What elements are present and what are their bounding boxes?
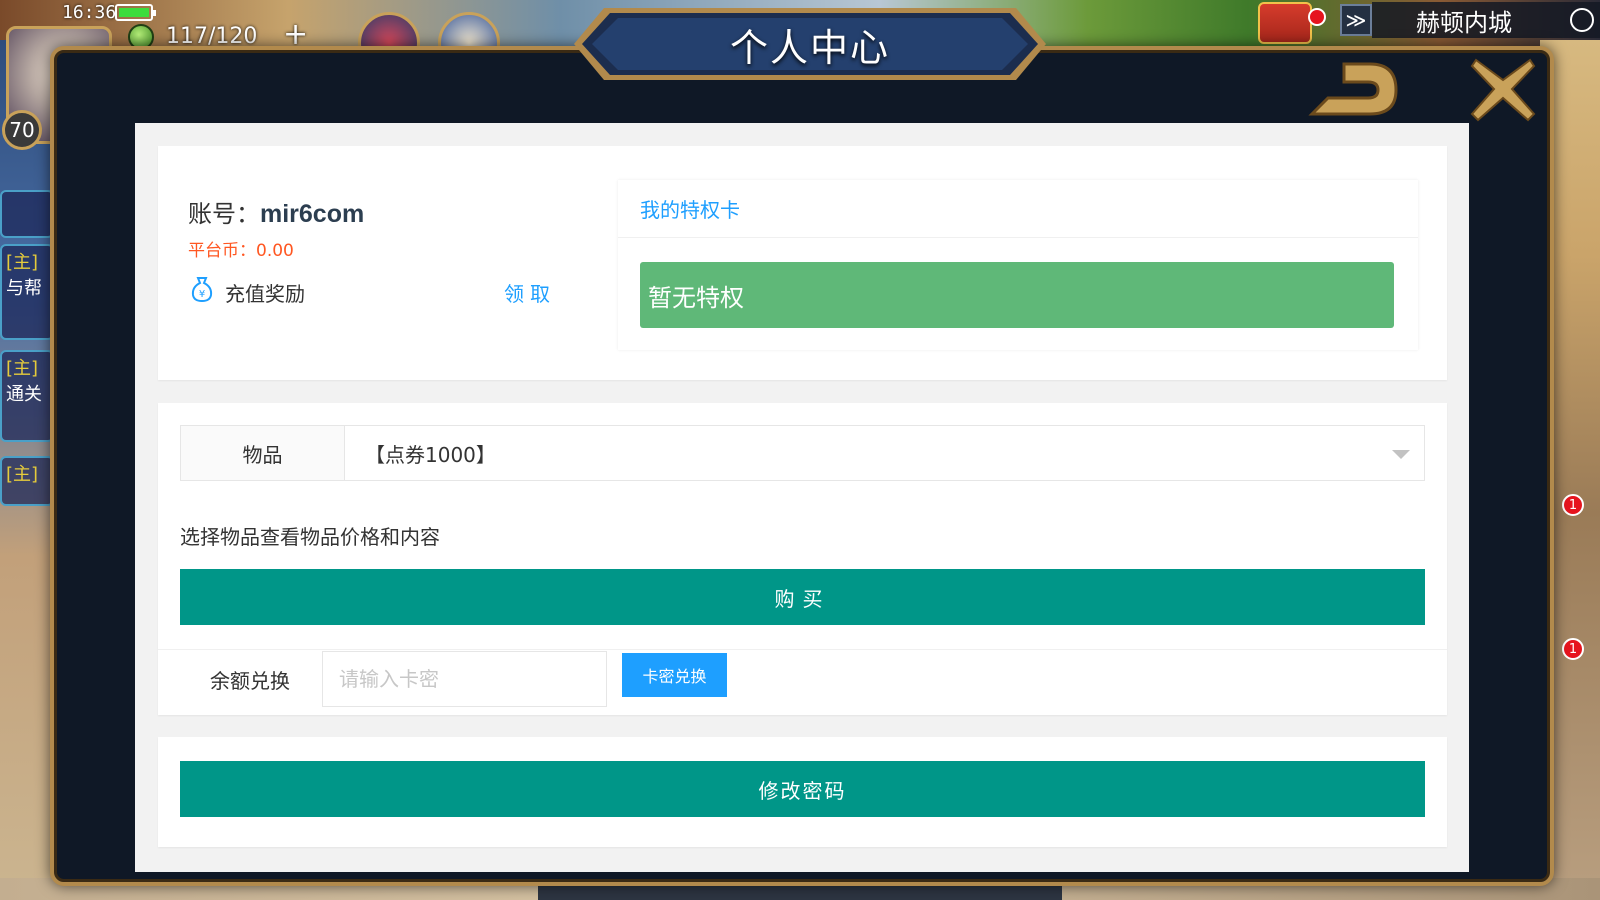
close-icon bbox=[1470, 58, 1536, 122]
privilege-card-tab[interactable]: 我的特权卡 bbox=[618, 180, 1418, 238]
money-bag-icon: ¥ bbox=[191, 277, 213, 302]
platform-coin-balance: 平台币：0.00 bbox=[188, 241, 294, 261]
buy-button[interactable]: 购买 bbox=[180, 569, 1425, 625]
quest-tag: [主] bbox=[6, 252, 39, 273]
back-button[interactable] bbox=[1304, 58, 1400, 124]
privilege-card-panel: 我的特权卡 暂无特权 bbox=[618, 180, 1418, 350]
notification-dot bbox=[1308, 8, 1326, 26]
close-button[interactable] bbox=[1468, 54, 1538, 124]
item-label: 物品 bbox=[181, 426, 345, 480]
quest-tag: [主] bbox=[6, 464, 39, 485]
change-password-button[interactable]: 修改密码 bbox=[180, 761, 1425, 817]
item-select[interactable]: 【点券1000】 bbox=[345, 426, 1424, 480]
quest-text: 通关 bbox=[6, 384, 42, 405]
selected-item: 【点券1000】 bbox=[365, 442, 496, 467]
location-name: 赫顿内城 bbox=[1416, 8, 1512, 37]
level-badge: 70 bbox=[2, 110, 42, 150]
claim-reward-link[interactable]: 领取 bbox=[504, 278, 556, 307]
notification-badge: 1 bbox=[1562, 638, 1584, 660]
balance-redeem-label: 余额兑换 bbox=[210, 668, 290, 693]
back-arrow-icon bbox=[1308, 62, 1398, 116]
card-code-input[interactable] bbox=[322, 651, 607, 707]
account-name: mir6com bbox=[260, 200, 365, 228]
item-select-row: 物品 【点券1000】 bbox=[180, 425, 1425, 481]
quest-tag: [主] bbox=[6, 358, 39, 379]
device-clock: 16:36 bbox=[62, 2, 117, 23]
battery-icon bbox=[115, 4, 156, 21]
account-card: 账号：mir6com 平台币：0.00 ¥ 充值奖励 领取 我的特权卡 暂无特权 bbox=[158, 146, 1447, 380]
account-label: 账号： bbox=[188, 200, 260, 228]
chevron-down-icon bbox=[1392, 450, 1410, 459]
quest-tracker-item[interactable]: [主] 通关 bbox=[0, 350, 54, 442]
notification-badge: 1 bbox=[1562, 494, 1584, 516]
search-icon[interactable] bbox=[1570, 8, 1594, 32]
dialog-title: 个人中心 bbox=[729, 25, 890, 70]
skill-shortcut[interactable] bbox=[0, 190, 54, 238]
security-card: 修改密码 bbox=[158, 737, 1447, 847]
quest-tracker-item[interactable]: [主] bbox=[0, 456, 54, 506]
item-hint: 选择物品查看物品价格和内容 bbox=[180, 525, 440, 549]
privilege-status: 暂无特权 bbox=[640, 262, 1394, 328]
web-content-panel: 账号：mir6com 平台币：0.00 ¥ 充值奖励 领取 我的特权卡 暂无特权… bbox=[135, 123, 1469, 872]
account-info: 账号：mir6com bbox=[188, 194, 364, 229]
gift-box-icon[interactable] bbox=[1258, 2, 1312, 44]
quest-tracker-item[interactable]: [主] 与帮 bbox=[0, 244, 54, 340]
recharge-reward-label: 充值奖励 bbox=[225, 282, 305, 306]
divider bbox=[158, 649, 1447, 650]
quest-text: 与帮 bbox=[6, 278, 42, 299]
card-redeem-button[interactable]: 卡密兑换 bbox=[622, 653, 727, 697]
dialog-title-banner: 个人中心 bbox=[574, 8, 1046, 80]
expand-arrow-icon[interactable]: ≫ bbox=[1340, 4, 1372, 36]
shop-card: 物品 【点券1000】 选择物品查看物品价格和内容 购买 余额兑换 卡密兑换 bbox=[158, 403, 1447, 715]
location-bar[interactable]: 赫顿内城 bbox=[1372, 2, 1600, 38]
bottom-toolbar bbox=[538, 886, 1062, 900]
svg-text:¥: ¥ bbox=[199, 289, 205, 300]
